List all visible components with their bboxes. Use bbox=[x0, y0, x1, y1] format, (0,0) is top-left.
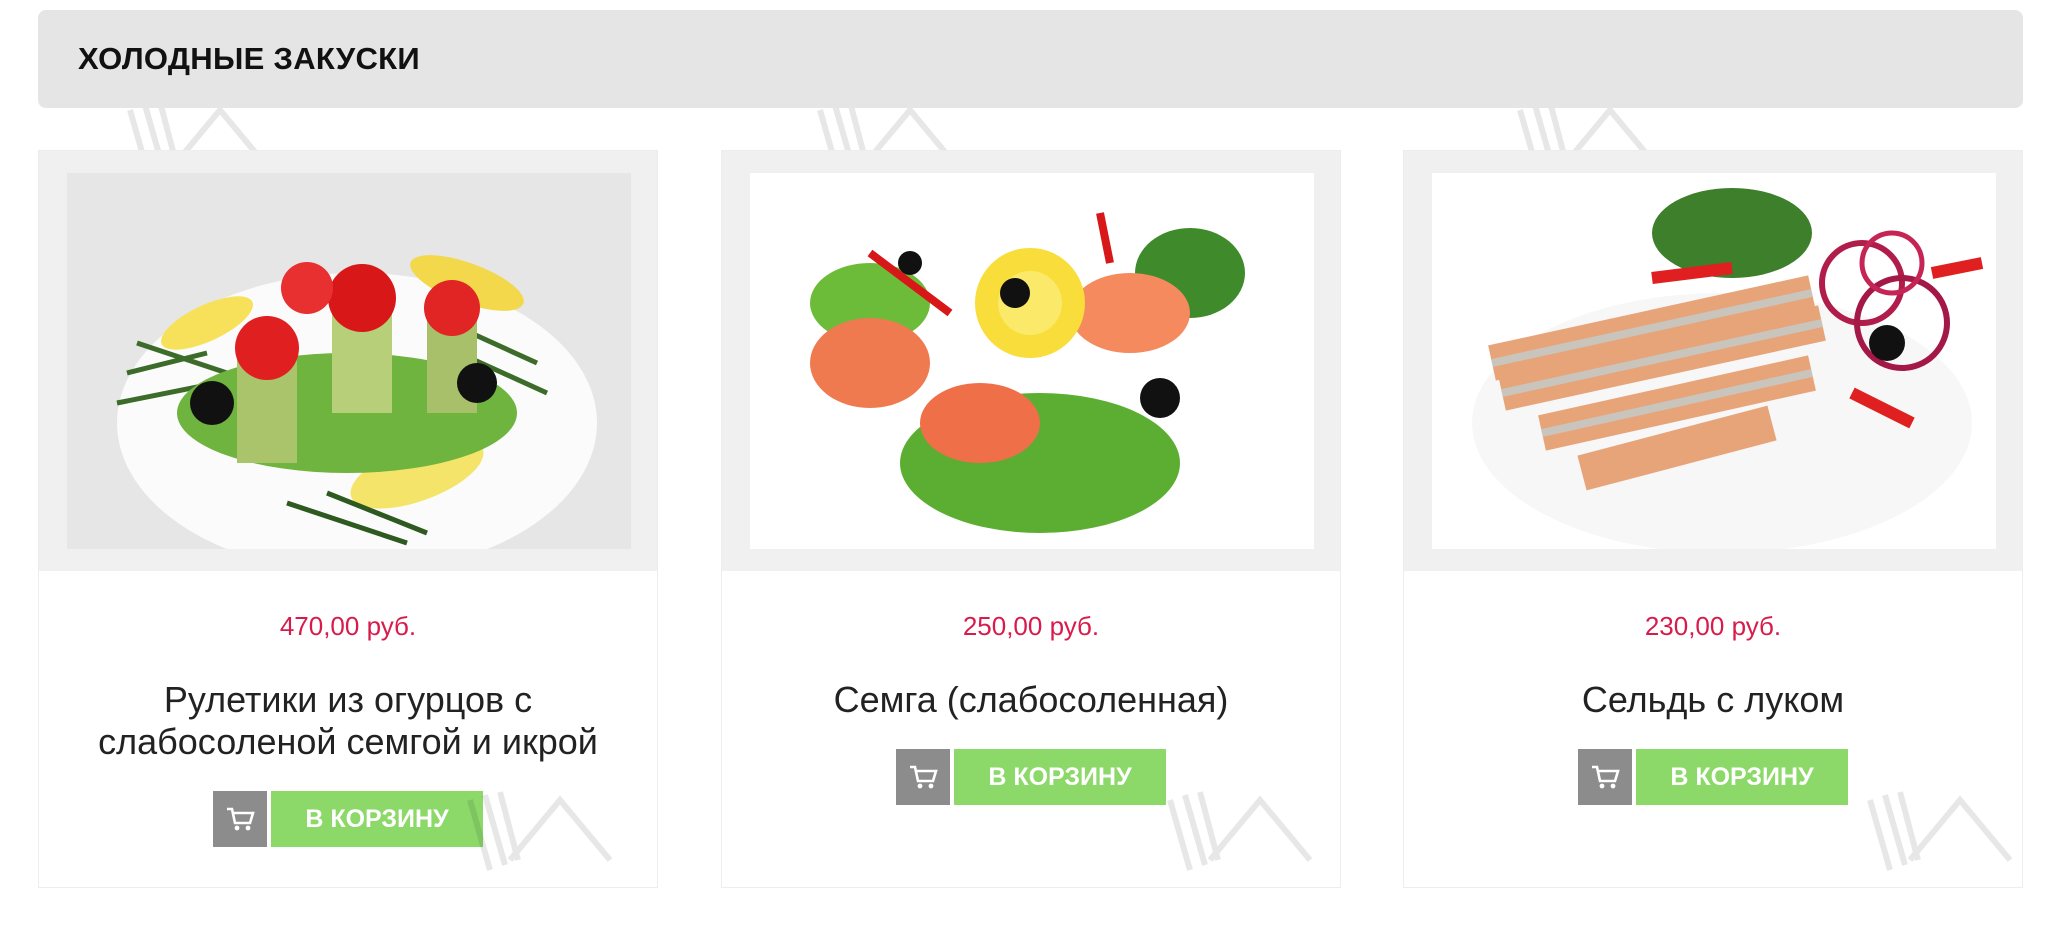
add-to-cart-label[interactable]: В КОРЗИНУ bbox=[1636, 749, 1848, 805]
product-image-frame bbox=[1404, 151, 2022, 571]
shopping-cart-icon[interactable] bbox=[213, 791, 267, 847]
product-image[interactable] bbox=[750, 173, 1314, 549]
product-image-frame bbox=[39, 151, 657, 571]
product-card: 250,00 руб. Семга (слабосоленная) В КОРЗ… bbox=[721, 150, 1341, 888]
product-name[interactable]: Семга (слабосоленная) bbox=[742, 679, 1320, 721]
add-to-cart-label[interactable]: В КОРЗИНУ bbox=[954, 749, 1166, 805]
product-card: 470,00 руб. Рулетики из огурцов с слабос… bbox=[38, 150, 658, 888]
product-image[interactable] bbox=[1432, 173, 1996, 549]
section-header: ХОЛОДНЫЕ ЗАКУСКИ bbox=[38, 10, 2023, 108]
product-image[interactable] bbox=[67, 173, 631, 549]
product-card: 230,00 руб. Сельдь с луком В КОРЗИНУ bbox=[1403, 150, 2023, 888]
product-price: 250,00 руб. bbox=[962, 611, 1100, 641]
add-to-cart-button[interactable]: В КОРЗИНУ bbox=[896, 749, 1166, 805]
product-image-frame bbox=[722, 151, 1340, 571]
add-to-cart-button[interactable]: В КОРЗИНУ bbox=[213, 791, 483, 847]
product-name[interactable]: Рулетики из огурцов с слабосоленой семго… bbox=[59, 679, 637, 763]
shopping-cart-icon[interactable] bbox=[1578, 749, 1632, 805]
shopping-cart-icon[interactable] bbox=[896, 749, 950, 805]
section-title: ХОЛОДНЫЕ ЗАКУСКИ bbox=[78, 41, 420, 76]
add-to-cart-label[interactable]: В КОРЗИНУ bbox=[271, 791, 483, 847]
add-to-cart-button[interactable]: В КОРЗИНУ bbox=[1578, 749, 1848, 805]
product-price: 470,00 руб. bbox=[279, 611, 417, 641]
product-name[interactable]: Сельдь с луком bbox=[1424, 679, 2002, 721]
product-price: 230,00 руб. bbox=[1644, 611, 1782, 641]
